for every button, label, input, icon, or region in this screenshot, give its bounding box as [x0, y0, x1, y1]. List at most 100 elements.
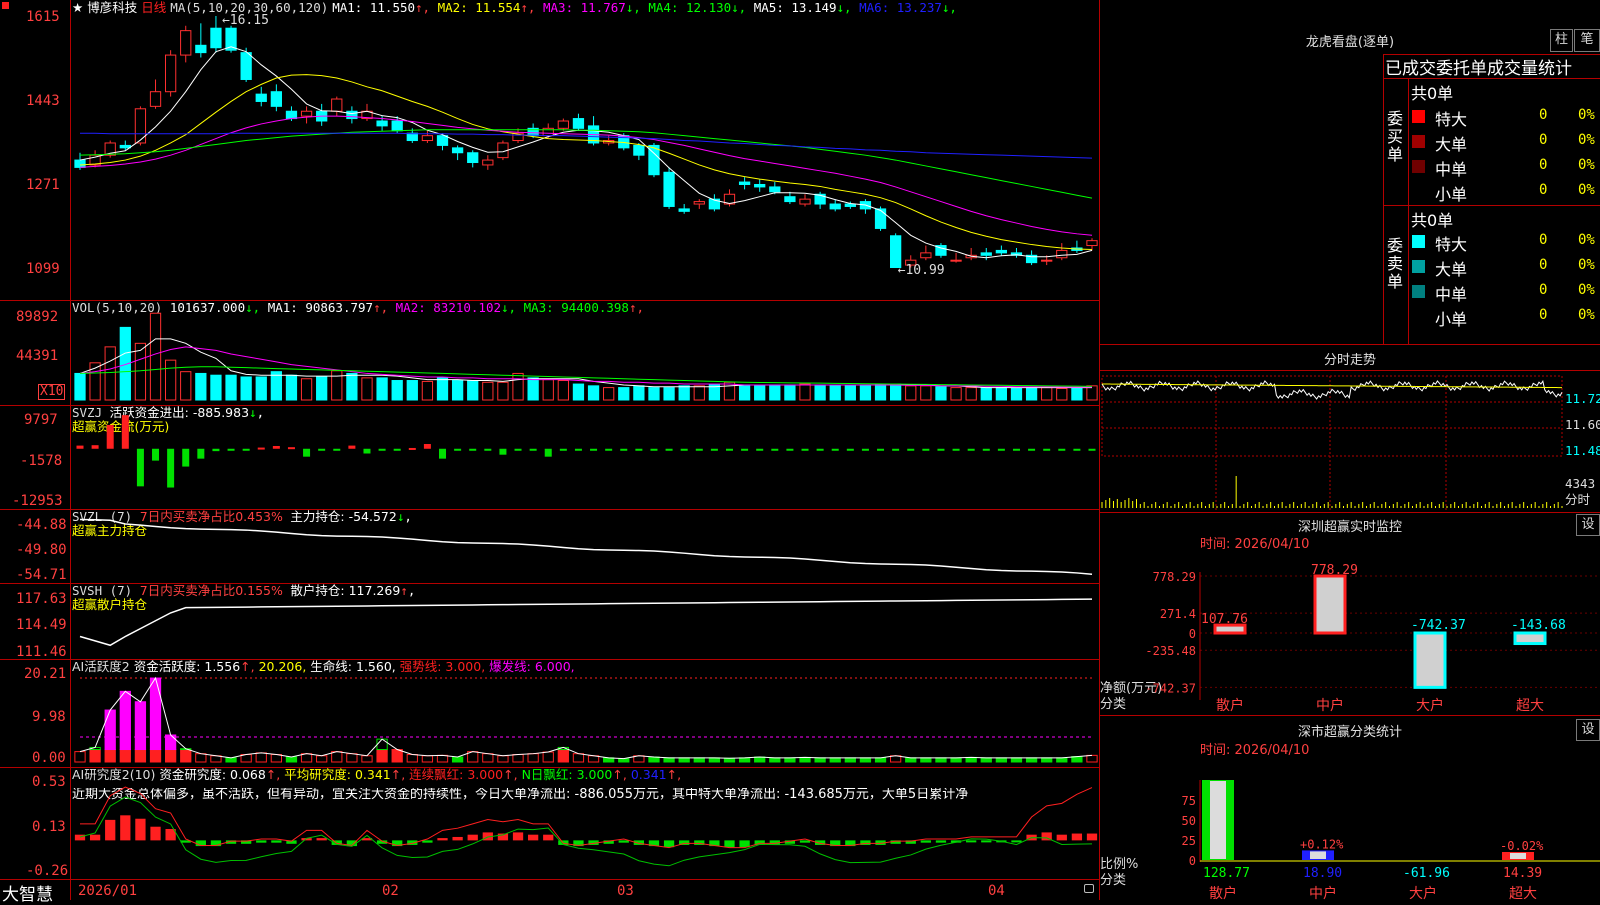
candle-body — [134, 108, 147, 144]
monitor-axis-label: 778.29 — [1153, 570, 1196, 584]
research-red-line — [80, 786, 1093, 849]
monitor-axis-label: 0 — [1189, 627, 1196, 641]
buy-row-value: 0 — [1539, 182, 1548, 198]
volume-bar — [210, 374, 222, 401]
volume-bar — [723, 381, 736, 401]
fund-flow-bar — [348, 445, 356, 449]
main-holding-line — [79, 518, 1093, 575]
sell-total: 共0单 — [1411, 211, 1454, 230]
volume-bar — [225, 374, 237, 401]
classify-settings-button[interactable]: 设 — [1576, 719, 1600, 741]
candle-body — [663, 171, 675, 207]
candle-body — [1041, 259, 1053, 262]
candle-body — [995, 249, 1008, 254]
research-bar — [452, 836, 463, 841]
sell-row-percent: 0% — [1578, 282, 1595, 298]
activity-bar — [255, 752, 267, 763]
candle-body — [331, 98, 343, 112]
buy-row-percent: 0% — [1578, 132, 1595, 148]
fund-flow-bar — [484, 448, 492, 451]
volume-bar — [874, 383, 887, 401]
fund-flow-bar — [393, 448, 401, 451]
fund-flow-bar — [695, 448, 703, 451]
activity-bar — [346, 753, 358, 763]
sell-row-name: 大单 — [1435, 260, 1468, 279]
fund-flow-bar — [786, 448, 794, 451]
stats-header: 已成交委托单成交量统计 — [1385, 59, 1572, 79]
fund-flow-bar — [272, 445, 280, 449]
fund-flow-bar — [544, 448, 552, 457]
sell-row-name: 特大 — [1435, 235, 1468, 254]
activity-bar — [512, 754, 524, 763]
ratio-label: +0.12% — [1300, 837, 1344, 851]
volume-bar — [935, 386, 947, 401]
activity-bar — [905, 757, 917, 763]
sell-row-value: 0 — [1539, 232, 1548, 248]
candle-body — [346, 110, 358, 120]
research-bar — [1086, 833, 1098, 841]
candle-body — [799, 198, 811, 205]
fund-flow-bar — [605, 448, 613, 451]
fund-flow-bar — [197, 448, 205, 459]
activity-bar — [361, 755, 373, 763]
activity-bar — [1010, 757, 1023, 763]
volume-bar — [1056, 387, 1068, 401]
fund-flow-bar — [725, 448, 733, 451]
fund-flow-bar — [620, 448, 628, 451]
candle-body — [829, 203, 841, 210]
sell-side-label: 委卖单 — [1387, 236, 1404, 291]
research-bar — [920, 840, 931, 843]
ma-line-ma2 — [79, 74, 1093, 250]
research-bar — [527, 834, 539, 841]
monitor-time: 时间: 2026/04/10 — [1200, 537, 1310, 552]
volume-bar — [270, 371, 282, 401]
activity-bar — [527, 753, 539, 763]
activity-bar — [134, 749, 147, 763]
volume-bar — [436, 377, 449, 401]
volume-bar — [255, 376, 267, 401]
candle-body — [164, 54, 177, 93]
activity-bar — [195, 753, 207, 763]
buy-color-swatch — [1412, 135, 1425, 148]
monitor-settings-button[interactable]: 设 — [1576, 514, 1600, 536]
fund-flow-bar — [257, 447, 265, 450]
ma-line-ma3 — [79, 115, 1093, 236]
ma-line-ma1 — [79, 46, 1093, 259]
activity-bar-top — [164, 734, 177, 751]
volume-bar — [451, 380, 464, 401]
tick-view-button[interactable]: 笔 — [1574, 29, 1600, 52]
volume-bar — [240, 376, 252, 401]
activity-bar — [285, 756, 298, 763]
fund-flow-bar — [1028, 448, 1036, 451]
sell-row-value: 0 — [1539, 307, 1548, 323]
activity-bar — [497, 755, 509, 763]
classify-value: 14.39 — [1503, 866, 1542, 881]
classify-axis-label: 25 — [1182, 834, 1196, 848]
price-low-marker: ←10.99 — [898, 263, 945, 278]
net-amount-bar — [1313, 574, 1347, 635]
volume-bar — [180, 371, 192, 401]
candle-body — [738, 181, 751, 185]
classify-axis-label: 0 — [1189, 854, 1196, 868]
fund-flow-bar — [877, 448, 885, 451]
volume-bar — [572, 383, 585, 401]
candle-body — [950, 259, 962, 262]
volume-bar — [74, 372, 86, 401]
research-bar — [512, 832, 524, 841]
candle-body — [980, 252, 992, 256]
activity-bar — [572, 753, 585, 763]
intraday-frame — [1101, 375, 1563, 457]
activity-bar — [648, 756, 660, 763]
volume-bar — [754, 385, 766, 401]
fund-flow-bar — [1043, 448, 1051, 451]
research-bar — [966, 840, 977, 843]
monitor-y-label: 净额(万元) — [1100, 681, 1163, 696]
volume-bar — [784, 384, 796, 401]
volume-bar — [693, 385, 705, 401]
activity-bar-top — [119, 690, 131, 751]
bar-view-button[interactable]: 柱 — [1550, 29, 1573, 52]
net-amount-label: -143.68 — [1511, 618, 1566, 633]
candle-body — [300, 110, 313, 117]
research-bar — [437, 838, 448, 841]
intraday-title: 分时走势 — [1323, 353, 1376, 368]
